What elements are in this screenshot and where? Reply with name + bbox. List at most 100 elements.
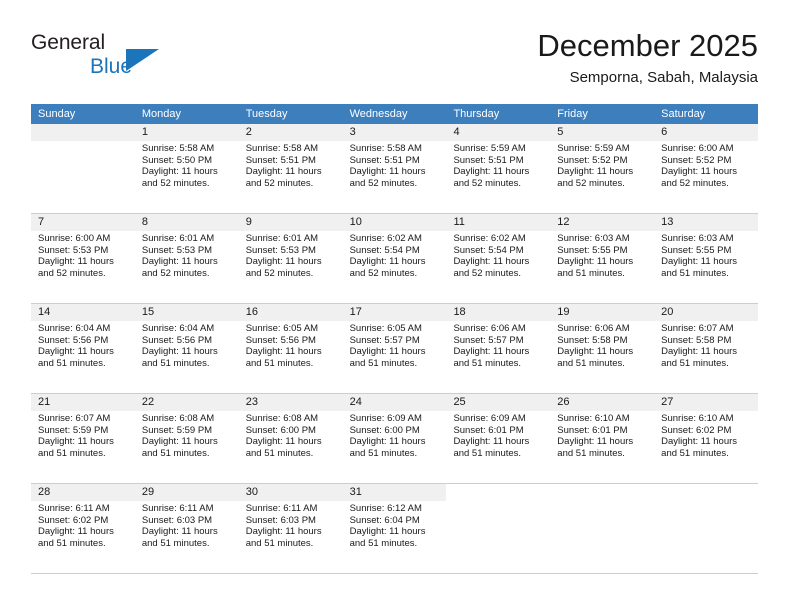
weekday-monday: Monday	[141, 108, 181, 120]
sunrise-text: Sunrise: 6:02 AM	[349, 233, 422, 244]
day-info: Sunrise: 6:08 AM Sunset: 5:59 PM Dayligh…	[135, 411, 239, 459]
title-block: December 2025 Semporna, Sabah, Malaysia	[537, 28, 758, 87]
day-cell[interactable]	[31, 124, 135, 213]
day-cell[interactable]: 24 Sunrise: 6:09 AM Sunset: 6:00 PM Dayl…	[342, 394, 447, 483]
day-number: 9	[238, 214, 343, 231]
daylight-text-line2: and 51 minutes.	[453, 357, 522, 369]
sunset-text: Sunset: 5:53 PM	[245, 244, 316, 256]
sunrise-text: Sunrise: 5:58 AM	[141, 143, 215, 154]
daylight-text-line2: and 51 minutes.	[453, 447, 522, 459]
daylight-text-line1: Daylight: 11 hours	[453, 436, 530, 448]
day-cell[interactable]: 23 Sunrise: 6:08 AM Sunset: 6:00 PM Dayl…	[238, 394, 343, 483]
day-cell[interactable]: 9 Sunrise: 6:01 AM Sunset: 5:53 PM Dayli…	[238, 214, 343, 303]
day-cell[interactable]	[446, 484, 550, 573]
day-cell[interactable]: 28 Sunrise: 6:11 AM Sunset: 6:02 PM Dayl…	[31, 484, 135, 573]
day-cell[interactable]: 21 Sunrise: 6:07 AM Sunset: 5:59 PM Dayl…	[31, 394, 135, 483]
sunset-text: Sunset: 6:01 PM	[453, 424, 524, 436]
day-number: 6	[654, 124, 759, 141]
day-cell[interactable]: 12 Sunrise: 6:03 AM Sunset: 5:55 PM Dayl…	[550, 214, 655, 303]
daylight-text-line2: and 52 minutes.	[453, 267, 522, 279]
calendar-page: General Blue December 2025 Semporna, Sab…	[0, 0, 792, 612]
day-cell[interactable]: 6 Sunrise: 6:00 AM Sunset: 5:52 PM Dayli…	[654, 124, 759, 213]
daylight-text-line2: and 51 minutes.	[245, 447, 314, 459]
sunset-text: Sunset: 6:00 PM	[245, 424, 316, 436]
daylight-text-line1: Daylight: 11 hours	[141, 346, 218, 358]
sunset-text: Sunset: 5:52 PM	[661, 154, 732, 166]
day-cell[interactable]: 16 Sunrise: 6:05 AM Sunset: 5:56 PM Dayl…	[238, 304, 343, 393]
day-info: Sunrise: 6:02 AM Sunset: 5:54 PM Dayligh…	[446, 231, 550, 279]
daylight-text-line1: Daylight: 11 hours	[245, 526, 322, 538]
day-info: Sunrise: 6:04 AM Sunset: 5:56 PM Dayligh…	[135, 321, 239, 369]
day-info: Sunrise: 6:00 AM Sunset: 5:52 PM Dayligh…	[654, 141, 758, 189]
day-cell[interactable]	[550, 484, 654, 573]
day-info: Sunrise: 5:58 AM Sunset: 5:51 PM Dayligh…	[343, 141, 447, 189]
day-cell[interactable]: 19 Sunrise: 6:06 AM Sunset: 5:58 PM Dayl…	[550, 304, 655, 393]
week-row: 1 Sunrise: 5:58 AM Sunset: 5:50 PM Dayli…	[31, 124, 759, 214]
day-cell[interactable]: 20 Sunrise: 6:07 AM Sunset: 5:58 PM Dayl…	[654, 304, 759, 393]
day-cell[interactable]: 15 Sunrise: 6:04 AM Sunset: 5:56 PM Dayl…	[134, 304, 239, 393]
day-cell[interactable]: 14 Sunrise: 6:04 AM Sunset: 5:56 PM Dayl…	[31, 304, 135, 393]
day-cell[interactable]: 31 Sunrise: 6:12 AM Sunset: 6:04 PM Dayl…	[342, 484, 447, 573]
sunset-text: Sunset: 6:04 PM	[349, 514, 420, 526]
day-cell[interactable]: 1 Sunrise: 5:58 AM Sunset: 5:50 PM Dayli…	[134, 124, 239, 213]
sunrise-text: Sunrise: 6:10 AM	[661, 413, 734, 424]
sunrise-text: Sunrise: 6:07 AM	[38, 413, 111, 424]
day-cell[interactable]: 18 Sunrise: 6:06 AM Sunset: 5:57 PM Dayl…	[446, 304, 551, 393]
day-cell[interactable]: 26 Sunrise: 6:10 AM Sunset: 6:01 PM Dayl…	[550, 394, 655, 483]
daylight-text-line2: and 52 minutes.	[245, 267, 314, 279]
day-number: 23	[238, 394, 343, 411]
day-number	[654, 484, 758, 501]
day-cell[interactable]: 22 Sunrise: 6:08 AM Sunset: 5:59 PM Dayl…	[134, 394, 239, 483]
sunrise-text: Sunrise: 6:00 AM	[38, 233, 111, 244]
day-info: Sunrise: 6:09 AM Sunset: 6:01 PM Dayligh…	[446, 411, 550, 459]
day-cell[interactable]: 30 Sunrise: 6:11 AM Sunset: 6:03 PM Dayl…	[238, 484, 343, 573]
day-cell[interactable]: 17 Sunrise: 6:05 AM Sunset: 5:57 PM Dayl…	[342, 304, 447, 393]
week-row: 21 Sunrise: 6:07 AM Sunset: 5:59 PM Dayl…	[31, 394, 759, 484]
day-cell[interactable]: 29 Sunrise: 6:11 AM Sunset: 6:03 PM Dayl…	[134, 484, 239, 573]
sunset-text: Sunset: 5:54 PM	[349, 244, 420, 256]
day-number	[550, 484, 654, 501]
daylight-text-line1: Daylight: 11 hours	[38, 256, 114, 268]
day-info: Sunrise: 6:01 AM Sunset: 5:53 PM Dayligh…	[239, 231, 343, 279]
day-cell[interactable]: 2 Sunrise: 5:58 AM Sunset: 5:51 PM Dayli…	[238, 124, 343, 213]
day-cell[interactable]: 5 Sunrise: 5:59 AM Sunset: 5:52 PM Dayli…	[550, 124, 655, 213]
day-number: 3	[342, 124, 447, 141]
day-cell[interactable]: 10 Sunrise: 6:02 AM Sunset: 5:54 PM Dayl…	[342, 214, 447, 303]
day-info: Sunrise: 5:58 AM Sunset: 5:50 PM Dayligh…	[135, 141, 239, 189]
week-row: 14 Sunrise: 6:04 AM Sunset: 5:56 PM Dayl…	[31, 304, 759, 394]
day-cell[interactable]: 4 Sunrise: 5:59 AM Sunset: 5:51 PM Dayli…	[446, 124, 551, 213]
sunrise-text: Sunrise: 5:59 AM	[557, 143, 630, 154]
weekday-sunday: Sunday	[38, 108, 76, 120]
day-info: Sunrise: 6:06 AM Sunset: 5:57 PM Dayligh…	[446, 321, 550, 369]
sunset-text: Sunset: 5:59 PM	[141, 424, 213, 436]
general-blue-logo[interactable]: General Blue	[31, 31, 171, 83]
day-cell[interactable]: 8 Sunrise: 6:01 AM Sunset: 5:53 PM Dayli…	[134, 214, 239, 303]
sunset-text: Sunset: 5:51 PM	[453, 154, 524, 166]
day-cell[interactable]: 3 Sunrise: 5:58 AM Sunset: 5:51 PM Dayli…	[342, 124, 447, 213]
page-title: December 2025	[537, 28, 758, 63]
day-cell[interactable]: 11 Sunrise: 6:02 AM Sunset: 5:54 PM Dayl…	[446, 214, 551, 303]
daylight-text-line1: Daylight: 11 hours	[557, 166, 634, 178]
daylight-text-line1: Daylight: 11 hours	[349, 256, 426, 268]
day-number: 12	[550, 214, 655, 231]
calendar-grid: Sunday Monday Tuesday Wednesday Thursday…	[31, 104, 759, 574]
day-number: 18	[446, 304, 551, 321]
day-cell[interactable]: 13 Sunrise: 6:03 AM Sunset: 5:55 PM Dayl…	[654, 214, 759, 303]
day-cell[interactable]	[654, 484, 758, 573]
daylight-text-line1: Daylight: 11 hours	[38, 526, 114, 538]
sunrise-text: Sunrise: 6:05 AM	[245, 323, 319, 334]
sunset-text: Sunset: 6:03 PM	[245, 514, 316, 526]
daylight-text-line2: and 51 minutes.	[38, 357, 106, 369]
day-cell[interactable]: 25 Sunrise: 6:09 AM Sunset: 6:01 PM Dayl…	[446, 394, 551, 483]
daylight-text-line1: Daylight: 11 hours	[38, 346, 114, 358]
day-number: 25	[446, 394, 551, 411]
day-info: Sunrise: 6:11 AM Sunset: 6:02 PM Dayligh…	[31, 501, 135, 549]
day-number: 31	[342, 484, 447, 501]
daylight-text-line2: and 52 minutes.	[557, 177, 625, 189]
sunrise-text: Sunrise: 6:09 AM	[349, 413, 422, 424]
day-cell[interactable]: 7 Sunrise: 6:00 AM Sunset: 5:53 PM Dayli…	[31, 214, 135, 303]
day-cell[interactable]: 27 Sunrise: 6:10 AM Sunset: 6:02 PM Dayl…	[654, 394, 759, 483]
daylight-text-line2: and 51 minutes.	[38, 537, 106, 549]
daylight-text-line2: and 51 minutes.	[349, 357, 418, 369]
location-subtitle: Semporna, Sabah, Malaysia	[569, 69, 758, 86]
